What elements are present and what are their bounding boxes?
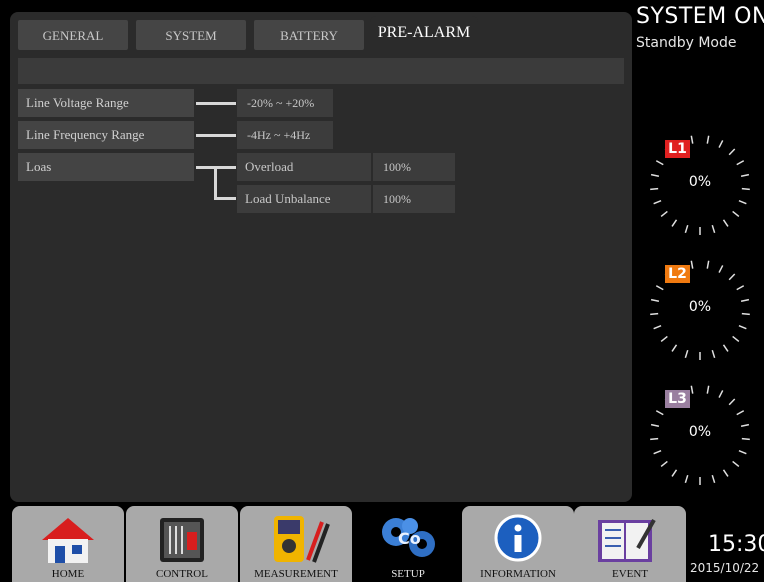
gauge-tick	[738, 450, 747, 455]
load-unbalance-value[interactable]: 100%	[373, 185, 455, 213]
gauge-value-l3: 0%	[688, 424, 712, 440]
gauge-tick	[684, 224, 689, 234]
nav-home-label: HOME	[51, 568, 85, 580]
gauge-tick	[722, 344, 729, 352]
nav-event-button[interactable]: EVENT	[574, 506, 686, 582]
system-status-title: SYSTEM ON	[636, 4, 764, 29]
system-mode: Standby Mode	[636, 35, 737, 51]
nav-measurement-label: MEASUREMENT	[254, 568, 338, 580]
tab-content-header	[18, 58, 624, 84]
gauge-tick	[655, 160, 664, 166]
gauge-tick	[706, 385, 710, 394]
gears-icon: Co	[382, 518, 435, 557]
phase-badge-l3: L3	[665, 390, 690, 408]
gauge-tick	[718, 140, 724, 148]
overload-value[interactable]: 100%	[373, 153, 455, 181]
gauge-tick	[728, 148, 736, 156]
load-label: Loas	[18, 153, 194, 181]
connector-line	[196, 102, 236, 105]
gauge-tick	[738, 325, 747, 330]
info-icon	[494, 514, 542, 562]
gauge-tick	[722, 469, 729, 477]
event-log-icon	[598, 519, 656, 562]
gauge-l2: L2 0%	[645, 255, 755, 365]
phase-badge-l1: L1	[665, 140, 690, 158]
gauge-tick	[653, 200, 662, 205]
tab-pre-alarm[interactable]: PRE-ALARM	[370, 16, 478, 52]
settings-panel	[10, 12, 632, 502]
gauge-tick	[660, 210, 668, 218]
gauge-value-l1: 0%	[688, 174, 712, 190]
nav-information-label: INFORMATION	[480, 568, 556, 580]
tab-system[interactable]: SYSTEM	[136, 20, 246, 50]
gauge-tick	[728, 398, 736, 406]
connector-line	[196, 134, 236, 137]
gauge-tick	[706, 260, 710, 269]
multimeter-icon	[274, 516, 330, 563]
nav-measurement-button[interactable]: MEASUREMENT	[240, 506, 352, 582]
nav-control-label: CONTROL	[156, 568, 208, 580]
clock-time: 15:30	[708, 532, 764, 557]
clock-date: 2015/10/22	[690, 561, 760, 575]
gauge-tick	[732, 335, 740, 343]
gauge-tick	[655, 410, 664, 416]
line-frequency-value[interactable]: -4Hz ~ +4Hz	[237, 121, 333, 149]
load-unbalance-label: Load Unbalance	[237, 185, 371, 213]
nav-information-button[interactable]: INFORMATION	[462, 506, 574, 582]
gauge-tick	[653, 450, 662, 455]
gauge-tick	[718, 265, 724, 273]
gauge-tick	[690, 260, 694, 269]
gauge-tick	[660, 335, 668, 343]
gauge-tick	[690, 135, 694, 144]
overload-label: Overload	[237, 153, 371, 181]
nav-home-button[interactable]: HOME	[12, 506, 124, 582]
gauge-tick	[660, 460, 668, 468]
nav-control-button[interactable]: CONTROL	[126, 506, 238, 582]
connector-line	[214, 197, 236, 200]
tab-battery[interactable]: BATTERY	[254, 20, 364, 50]
tab-general[interactable]: GENERAL	[18, 20, 128, 50]
connector-line	[214, 166, 217, 199]
gauge-tick	[736, 410, 745, 416]
gauge-tick	[653, 325, 662, 330]
gauge-tick	[655, 285, 664, 291]
gauge-tick	[732, 460, 740, 468]
house-icon	[42, 518, 94, 563]
gauge-tick	[736, 160, 745, 166]
control-panel-icon	[160, 518, 204, 562]
gauge-l3: L3 0%	[645, 380, 755, 490]
nav-setup-label: SETUP	[391, 568, 425, 580]
gauge-tick	[711, 349, 716, 359]
gauge-tick	[711, 224, 716, 234]
gauge-tick	[711, 474, 716, 484]
gauge-tick	[671, 344, 678, 352]
gauge-tick	[732, 210, 740, 218]
gauge-tick	[671, 219, 678, 227]
line-frequency-label: Line Frequency Range	[18, 121, 194, 149]
line-voltage-label: Line Voltage Range	[18, 89, 194, 117]
line-voltage-value[interactable]: -20% ~ +20%	[237, 89, 333, 117]
gauge-tick	[690, 385, 694, 394]
svg-text:Co: Co	[398, 529, 421, 548]
gauge-l1: L1 0%	[645, 130, 755, 240]
gauge-tick	[722, 219, 729, 227]
gauge-tick	[671, 469, 678, 477]
gauge-tick	[684, 349, 689, 359]
phase-badge-l2: L2	[665, 265, 690, 283]
gauge-tick	[684, 474, 689, 484]
nav-event-label: EVENT	[611, 568, 649, 580]
gauge-tick	[728, 273, 736, 281]
gauge-tick	[736, 285, 745, 291]
gauge-value-l2: 0%	[688, 299, 712, 315]
gauge-tick	[718, 390, 724, 398]
gauge-tick	[738, 200, 747, 205]
nav-setup-button[interactable]: Co SETUP	[352, 506, 464, 582]
gauge-tick	[706, 135, 710, 144]
